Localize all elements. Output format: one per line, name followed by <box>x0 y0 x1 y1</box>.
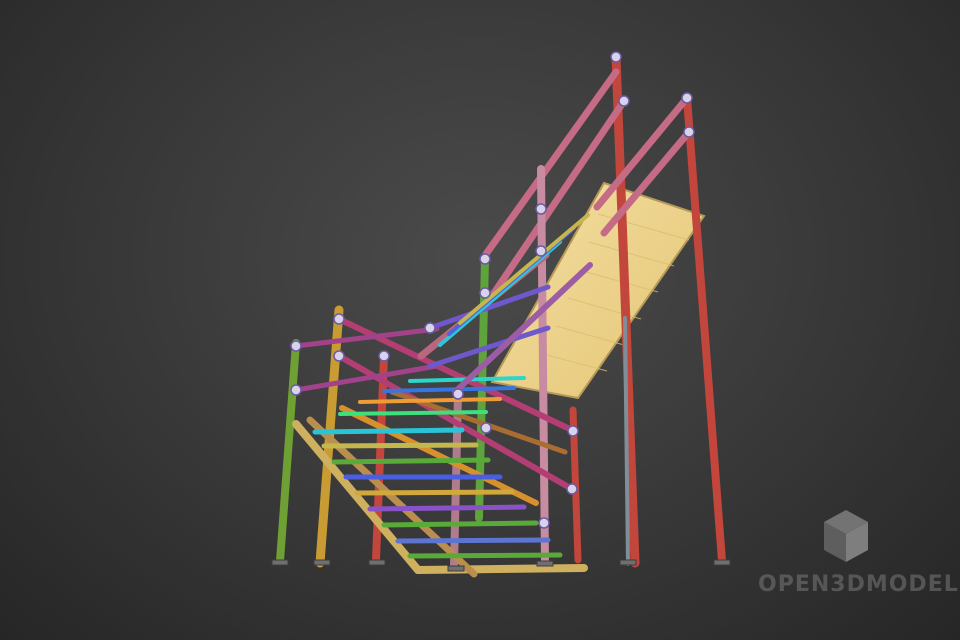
3d-viewport[interactable]: OPEN3DMODEL <box>0 0 960 640</box>
watermark-text: OPEN3DMODEL <box>758 572 959 597</box>
watermark: OPEN3DMODEL <box>758 508 959 628</box>
cube-logo-icon <box>824 510 868 562</box>
upper-platform <box>490 181 706 400</box>
